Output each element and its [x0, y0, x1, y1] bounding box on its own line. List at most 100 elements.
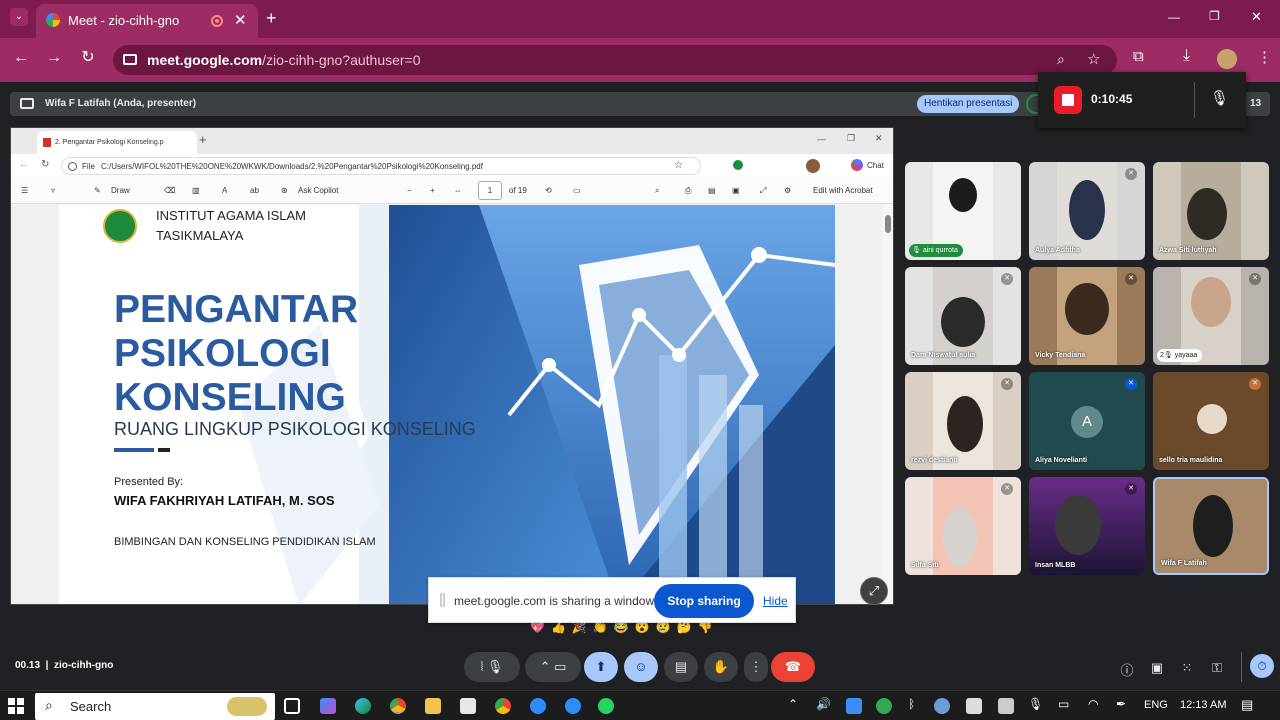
raise-hand-button[interactable]: ✋ [704, 652, 738, 682]
chat-icon[interactable]: ▣ [1149, 660, 1165, 676]
chrome-profile-icon[interactable] [495, 698, 511, 714]
participant-video [1057, 267, 1117, 365]
whatsapp-icon[interactable] [598, 698, 614, 714]
tray-app-icon[interactable] [998, 698, 1014, 714]
presenter-label: Wifa F Latifah (Anda, presenter) [45, 98, 197, 109]
slide-page: INSTITUT AGAMA ISLAM TASIKMALAYA PENGANT… [59, 205, 835, 604]
forward-arrow-icon[interactable]: → [43, 48, 65, 68]
battery-icon[interactable]: ▭ [1058, 697, 1069, 711]
slide-title-1: PENGANTAR [114, 288, 359, 331]
minimize-button[interactable]: — [1168, 10, 1180, 24]
participant-tile[interactable]: ✕ 2🎙 yayaaa [1153, 267, 1269, 365]
participant-name: Azwa Siti lutfiyah [1159, 247, 1217, 254]
participant-tile[interactable]: ✕ sello tria maulidina [1153, 372, 1269, 470]
emoji-button[interactable]: ☺ [624, 652, 658, 682]
language-indicator[interactable]: ENG [1144, 699, 1168, 711]
participant-tile[interactable]: A ✕ Aliya Novelianti [1029, 372, 1145, 470]
address-bar[interactable]: meet.google.com/zio-cihh-gno?authuser=0 … [113, 45, 1117, 75]
reload-icon[interactable]: ↻ [77, 48, 99, 68]
system-clock[interactable]: 12:13 AM [1180, 699, 1226, 711]
tray-app-icon[interactable] [876, 698, 892, 714]
meeting-details-icon[interactable]: ⓘ [1119, 660, 1135, 679]
recording-timer: 0:10:45 [1091, 92, 1133, 106]
participant-tile[interactable]: ✕ Insan MLBB [1029, 477, 1145, 575]
tray-chevron-icon[interactable]: ⌃ [788, 697, 798, 711]
zoom-icon[interactable]: ⌕ [1057, 51, 1065, 68]
institute-logo [103, 209, 137, 243]
participant-tile[interactable]: 🎙 aini qurrota [905, 162, 1021, 260]
participant-tile[interactable]: ✕ Silfa Siti [905, 477, 1021, 575]
back-arrow-icon[interactable]: ← [10, 48, 32, 68]
edge-icon[interactable] [355, 698, 371, 714]
close-window-button[interactable]: ✕ [1251, 9, 1262, 25]
draw-icon: ✎ [94, 186, 101, 195]
reactions-bar: 💖👍🎉👏😂😮😢🤔👎 [530, 620, 719, 634]
microphone-button[interactable]: ⦚ 🎙 [464, 652, 520, 682]
muted-mic-icon: ✕ [1125, 273, 1137, 285]
notifications-icon[interactable]: ▤ [1241, 697, 1253, 713]
save-icon: ▤ [708, 186, 716, 195]
zoom-alt-icon[interactable] [565, 698, 581, 714]
download-icon[interactable]: ⤓ [1183, 47, 1190, 65]
onedrive-icon[interactable] [934, 698, 950, 714]
muted-mic-icon: ✕ [1125, 168, 1137, 180]
host-controls-icon[interactable]: ⚿ [1209, 660, 1225, 676]
recording-status-icon[interactable]: ⏱ [1250, 654, 1274, 678]
participant-tile[interactable]: ✕ Dara Niswatul aulia [905, 267, 1021, 365]
stop-recording-button[interactable] [1054, 86, 1082, 114]
store-icon[interactable] [460, 698, 476, 714]
hide-button[interactable]: Hide [763, 594, 788, 608]
tab-search-chevron-icon[interactable]: ⌄ [10, 8, 28, 26]
chrome-icon[interactable] [390, 698, 406, 714]
muted-mic-icon: ✕ [1249, 273, 1261, 285]
participant-tile-self[interactable]: Wifa F Latifah [1153, 477, 1269, 575]
file-path: C:/Users/WIFOL%20THE%20ONE%20WKWK/Downlo… [101, 162, 483, 171]
stop-sharing-button[interactable]: Stop sharing [654, 584, 754, 618]
tab-close-icon[interactable]: ✕ [234, 11, 247, 29]
highlight-icon: ▿ [51, 186, 56, 195]
zoom-icon[interactable] [530, 698, 546, 714]
participant-tile[interactable]: ✕ rezvi destianti [905, 372, 1021, 470]
camera-permission-icon[interactable] [123, 54, 137, 65]
wifi-icon[interactable]: ◠ [1088, 697, 1098, 711]
participant-video [1057, 162, 1117, 260]
tab-title: Meet - zio-cihh-gno [68, 13, 180, 28]
captions-button[interactable]: ▤ [664, 652, 698, 682]
participant-name: 2🎙 yayaaa [1157, 349, 1203, 362]
new-tab-button[interactable]: + [266, 8, 277, 29]
participant-tile[interactable]: Azwa Siti lutfiyah [1153, 162, 1269, 260]
task-view-icon[interactable] [284, 698, 300, 714]
fullscreen-shared-button[interactable]: ⤢ [860, 577, 888, 605]
url-text: meet.google.com/zio-cihh-gno?authuser=0 [147, 52, 421, 68]
extensions-icon[interactable]: ⧉ [1133, 48, 1144, 65]
search-icon: ⌕ [45, 697, 53, 713]
present-button[interactable]: ⬆ [584, 652, 618, 682]
contents-icon: ☰ [21, 186, 29, 195]
stop-presenting-button[interactable]: Hentikan presentasi [917, 95, 1020, 113]
copilot-taskbar-icon[interactable] [320, 698, 336, 714]
leave-call-button[interactable]: ☎ [771, 652, 815, 682]
taskbar-search[interactable]: ⌕ Search [35, 693, 275, 720]
more-options-button[interactable]: ⋮ [744, 652, 768, 682]
tray-app-icon[interactable] [846, 698, 862, 714]
participant-video [933, 372, 993, 470]
file-explorer-icon[interactable] [425, 698, 441, 714]
windows-start-icon[interactable] [8, 698, 24, 714]
tray-app-icon[interactable] [966, 698, 982, 714]
participant-tile[interactable]: ✕ Vicky Tendiana [1029, 267, 1145, 365]
bookmark-star-icon[interactable]: ☆ [1087, 50, 1100, 68]
pen-icon[interactable]: ✒ [1116, 697, 1126, 711]
participant-tile[interactable]: ✕ Aulya Adfitha [1029, 162, 1145, 260]
tab-meet[interactable]: Meet - zio-cihh-gno ✕ [36, 4, 258, 38]
profile-avatar[interactable] [1217, 49, 1237, 69]
bluetooth-icon[interactable]: ᛒ [908, 697, 915, 711]
microphone-icon[interactable]: 🎙 [1210, 89, 1229, 107]
restore-button[interactable]: ❐ [1209, 9, 1220, 23]
camera-button[interactable]: ⌃ ▭ [525, 652, 581, 682]
drag-handle-icon[interactable] [440, 593, 445, 607]
muted-mic-icon: ✕ [1125, 378, 1137, 390]
menu-kebab-icon[interactable]: ⋮ [1257, 48, 1272, 66]
activities-icon[interactable]: ⁙ [1179, 660, 1195, 676]
volume-icon[interactable]: 🔊 [816, 697, 831, 711]
mic-tray-icon[interactable]: 🎙 [1028, 697, 1043, 711]
